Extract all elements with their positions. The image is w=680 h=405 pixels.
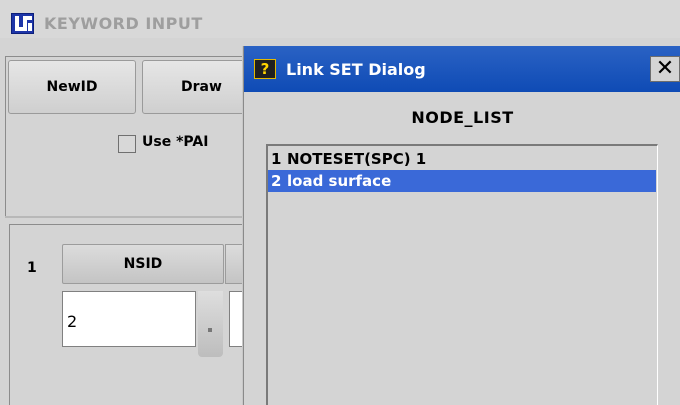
list-item-selected[interactable]: 2 load surface bbox=[268, 170, 656, 192]
list-item-label: load surface bbox=[287, 172, 392, 190]
newid-button[interactable]: NewID bbox=[8, 60, 136, 114]
draw-button[interactable]: Draw bbox=[142, 60, 252, 114]
list-item-index: 2 bbox=[271, 172, 282, 190]
dialog-title: Link SET Dialog bbox=[286, 60, 426, 79]
list-item-label: NOTESET(SPC) 1 bbox=[287, 150, 427, 168]
nsid-input[interactable]: 2 bbox=[62, 291, 196, 347]
app-logo-icon bbox=[11, 13, 34, 34]
list-item[interactable]: 1 NOTESET(SPC) 1 bbox=[268, 148, 656, 170]
close-icon: ✕ bbox=[655, 56, 675, 81]
node-listbox[interactable]: 1 NOTESET(SPC) 1 2 load surface bbox=[266, 144, 658, 405]
use-pai-checkbox-label: Use *PAI bbox=[142, 134, 209, 150]
close-button[interactable]: ✕ bbox=[650, 56, 680, 82]
column-header-nsid[interactable]: NSID bbox=[62, 244, 224, 284]
window-title: KEYWORD INPUT bbox=[44, 14, 203, 33]
window-titlebar: KEYWORD INPUT bbox=[0, 0, 680, 38]
nsid-picker-button[interactable] bbox=[198, 291, 223, 357]
use-pai-checkbox[interactable] bbox=[118, 135, 136, 153]
help-icon: ? bbox=[254, 59, 276, 79]
node-list-title: NODE_LIST bbox=[411, 108, 514, 127]
link-set-dialog: ? Link SET Dialog ✕ NODE_LIST 1 NOTESET(S… bbox=[243, 46, 680, 405]
dialog-titlebar[interactable]: ? Link SET Dialog ✕ bbox=[244, 46, 680, 92]
row-number: 1 bbox=[27, 260, 37, 276]
list-item-index: 1 bbox=[271, 150, 282, 168]
